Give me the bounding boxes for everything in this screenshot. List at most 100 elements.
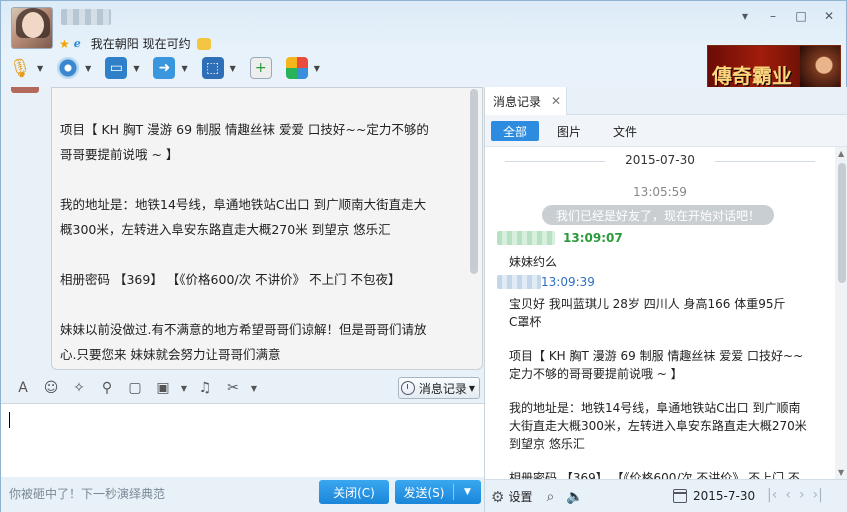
history-message: 宝贝好 我叫蓝琪儿 28岁 四川人 身高166 体重95斤 C罩杯 项目【 KH…: [509, 295, 809, 479]
folder-send-icon: ➜: [153, 57, 176, 79]
history-message-line: C罩杯: [509, 315, 542, 329]
first-page-icon[interactable]: |‹: [767, 487, 777, 503]
filter-files[interactable]: 文件: [601, 121, 649, 141]
chat-scrollbar[interactable]: [470, 89, 478, 274]
last-page-icon[interactable]: ›|: [813, 487, 823, 503]
prev-page-icon[interactable]: ‹: [785, 487, 791, 503]
calendar-icon[interactable]: [673, 489, 687, 503]
filter-images[interactable]: 图片: [545, 121, 593, 141]
chat-window: 妹妹 ★ ℯ 我在朝阳 现在可约 ▾ – □ ✕ 傳奇霸业 🎙▼ ▼ ▭▼ ➜▼…: [0, 0, 847, 512]
text-caret: [9, 412, 10, 428]
microphone-icon: 🎙: [8, 57, 32, 79]
message-header: 13:09:39: [497, 275, 595, 289]
message-line: 心.只要您来 妹妹就会努力让哥哥们满意: [60, 347, 281, 362]
filter-all[interactable]: 全部: [491, 121, 540, 141]
magic-wand-icon[interactable]: ✧: [67, 377, 91, 399]
contact-signature: 我在朝阳 现在可约: [90, 37, 191, 51]
close-icon[interactable]: ✕: [822, 9, 836, 23]
voice-message-icon[interactable]: ⚲: [95, 377, 119, 399]
history-message-line: 到望京 悠乐汇: [509, 437, 585, 451]
sender-name-redacted: [497, 275, 541, 289]
font-icon[interactable]: A: [11, 377, 35, 399]
sender-avatar[interactable]: [11, 87, 39, 93]
emoji-face-icon[interactable]: ☺: [39, 377, 63, 399]
scroll-thumb[interactable]: [838, 163, 846, 283]
ad-text: 傳奇霸业: [712, 64, 792, 88]
history-message-line: 相册密码 【369】 【《价格600/次 不讲价》 不上门 不: [509, 471, 800, 479]
screen-share-icon: ▭: [105, 57, 128, 79]
app-grid-icon: [285, 57, 308, 79]
send-button-label: 发送(S): [403, 485, 445, 500]
chevron-down-icon[interactable]: ▼: [181, 64, 187, 73]
message-history-button[interactable]: 消息记录 ▼: [397, 377, 480, 399]
history-list[interactable]: 2015-07-30 13:05:59 我们已经是好友了，现在开始对话吧！ 13…: [485, 147, 835, 479]
history-date[interactable]: 2015-7-30: [693, 489, 755, 503]
message-line: 我的地址是：地铁14号线，阜通地铁站C出口 到广顺南大街直走大: [60, 197, 427, 212]
message-line: 哥哥要提前说哦 ~ 】: [60, 147, 179, 162]
chevron-down-icon[interactable]: ▼: [179, 377, 189, 399]
screenshot-icon[interactable]: ▢: [123, 377, 147, 399]
gear-icon[interactable]: ⚙: [491, 488, 504, 506]
message-line: 项目【 KH 胸T 漫游 69 制服 情趣丝袜 爱爱 口技好~~定力不够的: [60, 122, 429, 137]
history-panel: 消息记录 ✕ 全部 图片 文件 2015-07-30 13:05:59 我们已经…: [484, 87, 847, 512]
system-message: 我们已经是好友了，现在开始对话吧！: [542, 205, 774, 225]
message-bubble: 项目【 KH 胸T 漫游 69 制服 情趣丝袜 爱爱 口技好~~定力不够的 哥哥…: [51, 87, 483, 370]
history-filter-bar: 全部 图片 文件: [485, 115, 847, 147]
remote-desktop-icon: ⬚: [201, 57, 224, 79]
tab-strip: [567, 87, 847, 115]
message-line: 相册密码 【369】 【《价格600/次 不讲价》 不上门 不包夜】: [60, 272, 401, 287]
chevron-down-icon[interactable]: ▼: [37, 64, 43, 73]
apps-button[interactable]: ▼: [285, 57, 320, 79]
chevron-down-icon: ▼: [468, 383, 475, 393]
speaker-icon[interactable]: 🔈: [566, 489, 583, 505]
tip-link[interactable]: 你被砸中了！下一秒演绎典范: [9, 485, 165, 502]
remote-desktop-button[interactable]: ⬚ ▼: [201, 57, 236, 79]
next-page-icon[interactable]: ›: [799, 487, 805, 503]
voice-call-button[interactable]: 🎙 ▼: [8, 57, 44, 79]
message-text: 项目【 KH 胸T 漫游 69 制服 情趣丝袜 爱爱 口技好~~定力不够的 哥哥…: [52, 117, 472, 367]
tab-message-history[interactable]: 消息记录 ✕: [485, 87, 567, 115]
image-icon[interactable]: ▣: [151, 377, 175, 399]
chevron-down-icon[interactable]: ▼: [314, 64, 320, 73]
chevron-down-icon[interactable]: ▼: [133, 64, 139, 73]
minimize-icon[interactable]: –: [766, 9, 780, 23]
avatar-face: [22, 12, 44, 38]
history-message-line: 宝贝好 我叫蓝琪儿 28岁 四川人 身高166 体重95斤: [509, 297, 786, 311]
message-time: 13:09:07: [563, 231, 623, 245]
history-message-line: 大街直走大概300米，左转进入阜安东路直走大概270米: [509, 419, 807, 433]
video-call-button[interactable]: ▼: [57, 57, 91, 79]
search-icon[interactable]: ⌕: [546, 489, 554, 505]
chevron-down-icon[interactable]: ▼: [249, 377, 259, 399]
message-input[interactable]: [1, 403, 484, 477]
bottom-bar: 你被砸中了！下一秒演绎典范 关闭(C) 发送(S) ▼: [1, 477, 484, 512]
scissors-icon[interactable]: ✂: [221, 377, 245, 399]
star-icon[interactable]: ★: [59, 37, 70, 51]
send-options-chevron-icon[interactable]: ▼: [454, 487, 481, 497]
music-icon[interactable]: ♫: [193, 377, 217, 399]
chevron-down-icon[interactable]: ▼: [230, 64, 236, 73]
close-tab-icon[interactable]: ✕: [551, 94, 561, 108]
menu-dropdown-icon[interactable]: ▾: [738, 9, 752, 23]
qq-status-icon[interactable]: ℯ: [74, 37, 81, 50]
new-discussion-button[interactable]: +: [249, 57, 272, 79]
close-button[interactable]: 关闭(C): [319, 480, 389, 504]
contact-name[interactable]: 妹妹: [61, 9, 111, 25]
scroll-up-icon[interactable]: ▲: [838, 149, 844, 158]
system-timestamp: 13:05:59: [633, 185, 687, 199]
chat-message-area[interactable]: 项目【 KH 胸T 漫游 69 制服 情趣丝袜 爱爱 口技好~~定力不够的 哥哥…: [1, 87, 484, 373]
chevron-down-icon[interactable]: ▼: [85, 64, 91, 73]
history-scrollbar[interactable]: ▲ ▼: [835, 147, 847, 479]
format-toolbar: A ☺ ✧ ⚲ ▢ ▣ ▼ ♫ ✂ ▼ 消息记录 ▼: [1, 373, 484, 403]
contact-avatar[interactable]: [11, 7, 53, 49]
maximize-icon[interactable]: □: [794, 9, 808, 23]
send-button[interactable]: 发送(S) ▼: [395, 480, 481, 504]
webcam-icon: [57, 57, 80, 79]
message-line: 妹妹以前没做过.有不满意的地方希望哥哥们谅解！但是哥哥们请放: [60, 322, 427, 337]
send-file-button[interactable]: ➜ ▼: [153, 57, 188, 79]
message-time: 13:09:39: [541, 275, 595, 289]
status-row: ★ ℯ 我在朝阳 现在可约: [59, 35, 211, 52]
scroll-down-icon[interactable]: ▼: [838, 468, 844, 477]
share-screen-button[interactable]: ▭ ▼: [105, 57, 139, 79]
settings-label[interactable]: 设置: [508, 488, 532, 505]
window-controls: ▾ – □ ✕: [738, 9, 836, 23]
